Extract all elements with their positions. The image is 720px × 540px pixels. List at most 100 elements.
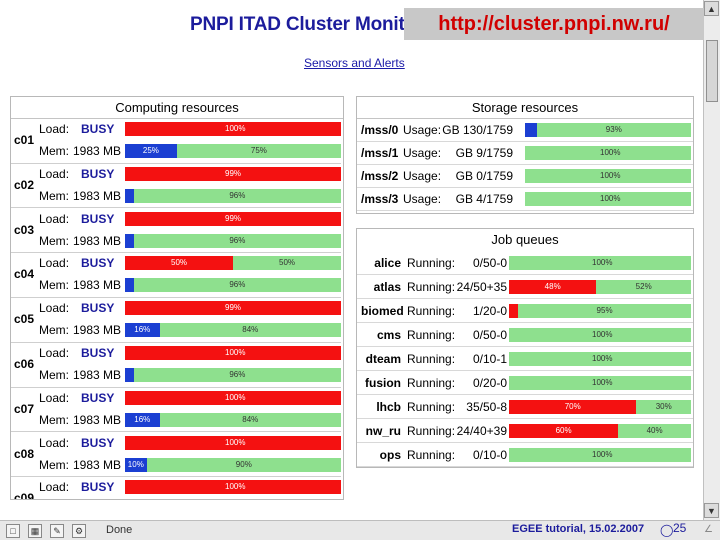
- mem-label: Mem:: [39, 278, 69, 293]
- footer-text: EGEE tutorial, 15.02.2007: [512, 523, 645, 535]
- queue-row-alice: alice Running: 0/50-0 100%: [357, 251, 693, 275]
- usage-label: Usage:: [403, 192, 442, 206]
- page-icon[interactable]: □: [6, 524, 20, 538]
- queue-bar: 95%: [509, 304, 691, 318]
- segment-label: 100%: [225, 392, 246, 402]
- mem-label: Mem:: [39, 457, 69, 472]
- node-row-c07: c07 Load: BUSY 100% Mem: 1983 MB 16% 84%: [11, 388, 341, 433]
- mem-value: 1983 MB: [73, 144, 122, 158]
- scroll-up-arrow-icon[interactable]: ▲: [704, 1, 719, 16]
- segment-label: 95%: [596, 306, 613, 315]
- storage-bar: 100%: [525, 146, 691, 160]
- edit-icon[interactable]: ✎: [50, 524, 64, 538]
- scrollbar-thumb[interactable]: [706, 40, 718, 102]
- mem-value: 1983 MB: [73, 188, 122, 203]
- load-bar: 100%: [125, 480, 341, 495]
- segment-label: 96%: [229, 190, 246, 200]
- memory-bar: 96%: [125, 368, 341, 382]
- segment-label: 100%: [225, 124, 246, 133]
- settings-icon[interactable]: ⚙: [72, 524, 86, 538]
- queue-name: dteam: [365, 352, 401, 366]
- running-label: Running:: [407, 424, 456, 438]
- segment-label: 100%: [592, 378, 613, 387]
- usage-label: Usage:: [403, 146, 442, 160]
- load-label: Load:: [39, 211, 70, 226]
- mem-label: Mem:: [39, 323, 69, 338]
- storage-resources-panel: Storage resources /mss/0 Usage: 130/1759 G…: [356, 96, 694, 214]
- segment-label: 52%: [635, 282, 652, 291]
- storage-name: /mss/1: [361, 146, 399, 160]
- node-name: c06: [14, 357, 35, 371]
- usage-label: Usage:: [403, 169, 442, 183]
- storage-bar: 100%: [525, 192, 691, 206]
- node-name: c01: [14, 133, 35, 147]
- load-label: Load:: [39, 435, 70, 450]
- running-label: Running:: [407, 352, 456, 366]
- queue-row-ops: ops Running: 0/10-0 100%: [357, 443, 693, 467]
- segment-label: 100%: [600, 194, 621, 203]
- segment-label: 100%: [600, 148, 621, 157]
- load-label: Load:: [39, 256, 70, 271]
- queue-bar: 100%: [509, 352, 691, 366]
- node-name: c09: [14, 491, 35, 500]
- storage-resources-header: Storage resources: [357, 97, 693, 119]
- load-bar: 99%: [125, 301, 341, 316]
- storage-list: /mss/0 Usage: 130/1759 GB 93%/mss/1 Usage: 9/…: [357, 119, 693, 213]
- resize-grip-icon[interactable]: ∠: [704, 524, 713, 535]
- sensors-and-alerts-link[interactable]: Sensors and Alerts: [304, 56, 405, 70]
- scroll-down-arrow-icon[interactable]: ▼: [704, 503, 719, 518]
- load-bar: 99%: [125, 166, 341, 181]
- load-label: Load:: [39, 301, 70, 316]
- storage-bar: 100%: [525, 169, 691, 183]
- segment-label: 99%: [225, 303, 242, 313]
- queue-bar: 60% 40%: [509, 424, 691, 438]
- segment-label: 50%: [171, 258, 188, 268]
- load-bar: 100%: [125, 390, 341, 405]
- load-bar: 100%: [125, 122, 341, 136]
- segment-label: 96%: [229, 370, 246, 379]
- storage-row: /mss/3 Usage: 4/1759 GB 100%: [357, 188, 693, 211]
- segment-label: 100%: [225, 348, 246, 357]
- blue-segment: [125, 233, 134, 248]
- segment-label: 100%: [592, 330, 613, 339]
- queue-row-atlas: atlas Running: 24/50+35 48% 52%: [357, 275, 693, 299]
- segment-label: 75%: [250, 146, 267, 155]
- url-overlay: http://cluster.pnpi.nw.ru/: [404, 8, 704, 40]
- memory-bar: 96%: [125, 233, 341, 248]
- load-status: BUSY: [81, 256, 115, 271]
- queue-name: ops: [379, 448, 401, 462]
- node-row-c02: c02 Load: BUSY 99% Mem: 1983 MB 96%: [11, 164, 341, 209]
- segment-label: 100%: [225, 482, 246, 492]
- segment-label: 84%: [242, 325, 259, 335]
- page-title: PNPI ITAD Cluster Monito: [190, 14, 417, 35]
- mem-label: Mem:: [39, 368, 69, 382]
- load-status: BUSY: [81, 435, 115, 450]
- mem-label: Mem:: [39, 412, 69, 427]
- node-row-c01: c01 Load: BUSY 100% Mem: 1983 MB 25% 75%: [11, 119, 341, 164]
- segment-label: 84%: [242, 414, 259, 424]
- storage-row: /mss/1 Usage: 9/1759 GB 100%: [357, 142, 693, 165]
- job-queues-header: Job queues: [491, 232, 559, 247]
- node-name: c05: [14, 312, 35, 327]
- table-icon[interactable]: ▦: [28, 524, 42, 538]
- globe-icon: ◯: [660, 523, 674, 537]
- memory-bar: 96%: [125, 278, 341, 293]
- queue-name: lhcb: [376, 400, 401, 414]
- memory-bar: 25% 75%: [125, 144, 341, 158]
- queue-name: atlas: [373, 280, 401, 294]
- load-label: Load:: [39, 166, 70, 181]
- node-name: c08: [14, 446, 35, 461]
- segment-label: 90%: [235, 459, 252, 469]
- load-label: Load:: [39, 390, 70, 405]
- mem-label: Mem:: [39, 233, 69, 248]
- queue-bar: 100%: [509, 328, 691, 342]
- queue-name: cms: [376, 328, 401, 342]
- segment-label: 30%: [655, 402, 672, 411]
- running-label: Running:: [407, 256, 456, 270]
- red-segment: [509, 304, 519, 318]
- queue-bar: 48% 52%: [509, 280, 691, 294]
- queue-name: biomed: [361, 304, 404, 318]
- queue-name: alice: [374, 256, 401, 270]
- running-label: Running:: [407, 328, 456, 342]
- node-name: c07: [14, 401, 35, 416]
